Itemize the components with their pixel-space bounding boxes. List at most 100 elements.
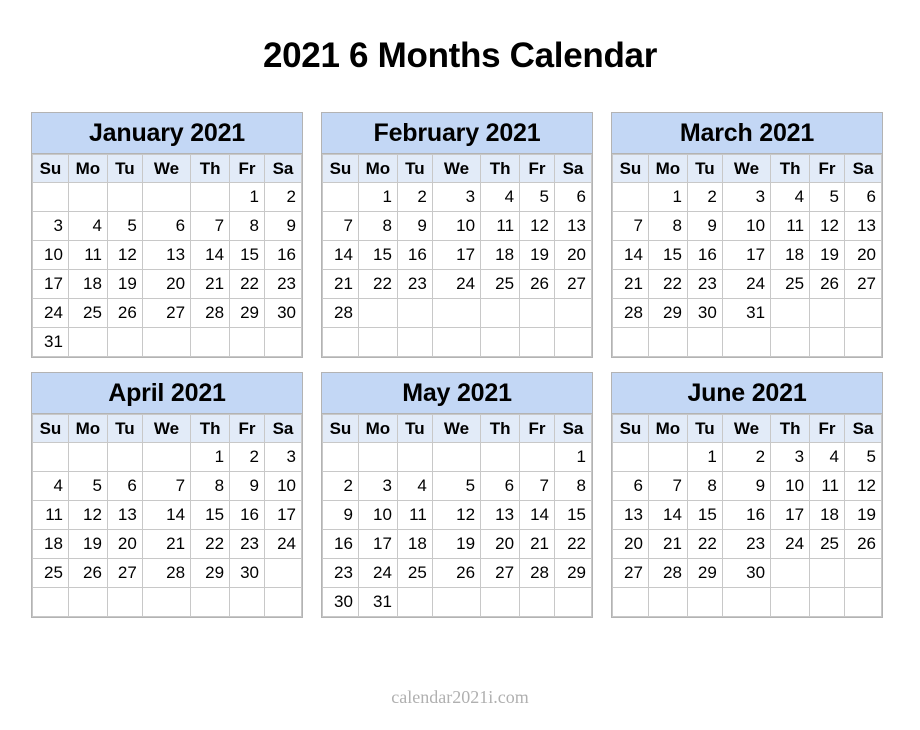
day-cell[interactable]: 5: [519, 182, 555, 212]
day-cell[interactable]: 16: [721, 500, 772, 530]
day-cell[interactable]: 24: [721, 269, 772, 299]
day-cell[interactable]: 4: [32, 471, 69, 501]
day-cell[interactable]: 27: [843, 269, 883, 299]
day-cell[interactable]: 30: [721, 558, 772, 588]
day-cell[interactable]: 31: [721, 298, 772, 328]
day-cell[interactable]: 8: [229, 211, 265, 241]
day-cell[interactable]: 11: [480, 211, 521, 241]
day-cell[interactable]: 20: [141, 269, 192, 299]
day-cell[interactable]: 10: [357, 500, 398, 530]
day-cell[interactable]: 23: [721, 529, 772, 559]
day-cell[interactable]: 15: [357, 240, 398, 270]
day-cell[interactable]: 17: [770, 500, 811, 530]
day-cell[interactable]: 7: [647, 471, 688, 501]
day-cell[interactable]: 22: [553, 529, 593, 559]
day-cell[interactable]: 4: [67, 211, 108, 241]
day-cell[interactable]: 28: [647, 558, 688, 588]
day-cell[interactable]: 22: [357, 269, 398, 299]
day-cell[interactable]: 13: [480, 500, 521, 530]
day-cell[interactable]: 29: [647, 298, 688, 328]
day-cell[interactable]: 5: [843, 442, 883, 472]
day-cell[interactable]: 14: [190, 240, 231, 270]
day-cell[interactable]: 9: [721, 471, 772, 501]
day-cell[interactable]: 9: [686, 211, 723, 241]
day-cell[interactable]: 17: [263, 500, 303, 530]
day-cell[interactable]: 16: [263, 240, 303, 270]
day-cell[interactable]: 31: [357, 587, 398, 617]
day-cell[interactable]: 1: [647, 182, 688, 212]
day-cell[interactable]: 9: [263, 211, 303, 241]
day-cell[interactable]: 29: [190, 558, 231, 588]
day-cell[interactable]: 2: [396, 182, 433, 212]
day-cell[interactable]: 14: [612, 240, 649, 270]
day-cell[interactable]: 14: [322, 240, 359, 270]
day-cell[interactable]: 25: [67, 298, 108, 328]
day-cell[interactable]: 5: [67, 471, 108, 501]
day-cell[interactable]: 6: [480, 471, 521, 501]
day-cell[interactable]: 10: [431, 211, 482, 241]
day-cell[interactable]: 13: [106, 500, 143, 530]
day-cell[interactable]: 18: [770, 240, 811, 270]
day-cell[interactable]: 27: [106, 558, 143, 588]
day-cell[interactable]: 28: [519, 558, 555, 588]
day-cell[interactable]: 13: [141, 240, 192, 270]
day-cell[interactable]: 21: [647, 529, 688, 559]
day-cell[interactable]: 14: [647, 500, 688, 530]
day-cell[interactable]: 26: [519, 269, 555, 299]
day-cell[interactable]: 27: [480, 558, 521, 588]
day-cell[interactable]: 10: [770, 471, 811, 501]
day-cell[interactable]: 1: [190, 442, 231, 472]
day-cell[interactable]: 20: [843, 240, 883, 270]
day-cell[interactable]: 2: [721, 442, 772, 472]
day-cell[interactable]: 29: [229, 298, 265, 328]
day-cell[interactable]: 20: [612, 529, 649, 559]
day-cell[interactable]: 12: [67, 500, 108, 530]
day-cell[interactable]: 27: [553, 269, 593, 299]
day-cell[interactable]: 31: [32, 327, 69, 357]
day-cell[interactable]: 1: [357, 182, 398, 212]
day-cell[interactable]: 18: [32, 529, 69, 559]
day-cell[interactable]: 16: [229, 500, 265, 530]
day-cell[interactable]: 13: [553, 211, 593, 241]
day-cell[interactable]: 26: [67, 558, 108, 588]
day-cell[interactable]: 7: [322, 211, 359, 241]
day-cell[interactable]: 19: [809, 240, 845, 270]
day-cell[interactable]: 7: [612, 211, 649, 241]
day-cell[interactable]: 25: [770, 269, 811, 299]
day-cell[interactable]: 25: [480, 269, 521, 299]
day-cell[interactable]: 5: [431, 471, 482, 501]
day-cell[interactable]: 28: [141, 558, 192, 588]
day-cell[interactable]: 13: [612, 500, 649, 530]
day-cell[interactable]: 11: [396, 500, 433, 530]
day-cell[interactable]: 2: [686, 182, 723, 212]
day-cell[interactable]: 8: [553, 471, 593, 501]
day-cell[interactable]: 6: [106, 471, 143, 501]
day-cell[interactable]: 18: [67, 269, 108, 299]
day-cell[interactable]: 3: [263, 442, 303, 472]
day-cell[interactable]: 23: [686, 269, 723, 299]
day-cell[interactable]: 3: [721, 182, 772, 212]
day-cell[interactable]: 24: [431, 269, 482, 299]
day-cell[interactable]: 20: [480, 529, 521, 559]
day-cell[interactable]: 10: [263, 471, 303, 501]
day-cell[interactable]: 15: [647, 240, 688, 270]
day-cell[interactable]: 2: [322, 471, 359, 501]
day-cell[interactable]: 15: [190, 500, 231, 530]
day-cell[interactable]: 28: [612, 298, 649, 328]
day-cell[interactable]: 24: [263, 529, 303, 559]
day-cell[interactable]: 19: [843, 500, 883, 530]
day-cell[interactable]: 10: [721, 211, 772, 241]
day-cell[interactable]: 5: [106, 211, 143, 241]
day-cell[interactable]: 17: [32, 269, 69, 299]
day-cell[interactable]: 30: [686, 298, 723, 328]
day-cell[interactable]: 26: [843, 529, 883, 559]
day-cell[interactable]: 14: [141, 500, 192, 530]
day-cell[interactable]: 11: [770, 211, 811, 241]
day-cell[interactable]: 17: [431, 240, 482, 270]
day-cell[interactable]: 8: [686, 471, 723, 501]
day-cell[interactable]: 18: [809, 500, 845, 530]
day-cell[interactable]: 24: [770, 529, 811, 559]
day-cell[interactable]: 28: [190, 298, 231, 328]
day-cell[interactable]: 6: [843, 182, 883, 212]
day-cell[interactable]: 26: [106, 298, 143, 328]
